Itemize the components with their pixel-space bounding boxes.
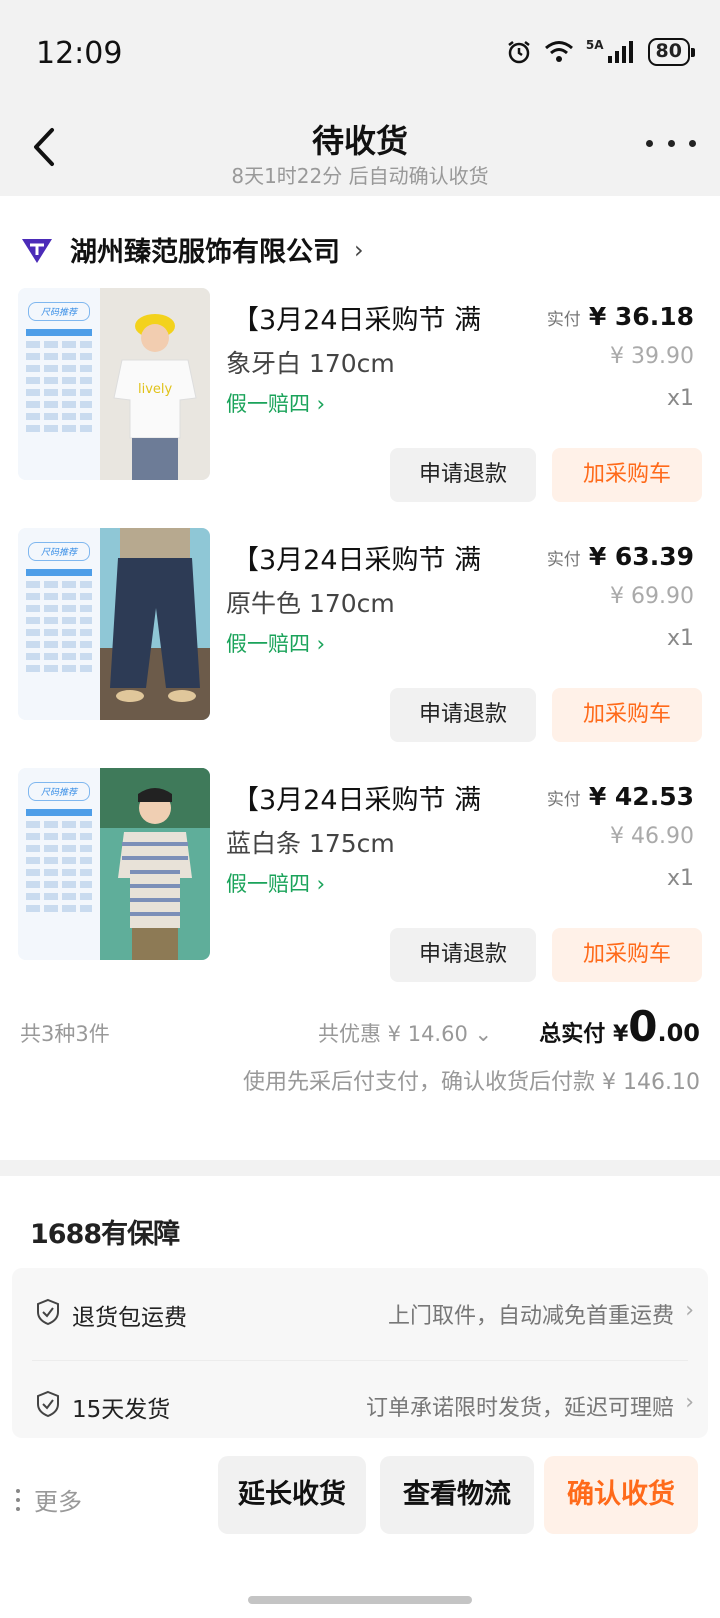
size-chart-title: 尺码推荐 xyxy=(28,302,90,321)
paid-price: 实付 ¥ 36.18 xyxy=(546,302,694,331)
chevron-right-icon: › xyxy=(685,1298,694,1323)
size-chart-title: 尺码推荐 xyxy=(28,782,90,801)
more-options-icon[interactable] xyxy=(646,128,696,158)
more-actions-button[interactable]: 更多 xyxy=(16,1482,82,1517)
original-price: ¥ 39.90 xyxy=(610,344,694,369)
refund-button[interactable]: 申请退款 xyxy=(390,928,536,982)
page-title: 待收货 xyxy=(311,122,408,160)
guarantee-link[interactable]: 假一赔四 › xyxy=(226,868,325,898)
product-photo-tshirt: lively xyxy=(100,288,210,480)
guarantee-card: 1688有保障 退货包运费 上门取件，自动减免首重运费 › 15天发货 订单承诺… xyxy=(0,1176,720,1438)
discount-toggle[interactable]: 共优惠 ¥ 14.60 ⌄ xyxy=(318,1018,492,1048)
original-price: ¥ 46.90 xyxy=(610,824,694,849)
refund-button[interactable]: 申请退款 xyxy=(390,448,536,502)
pay-later-note: 使用先采后付支付，确认收货后付款 ¥ 146.10 xyxy=(243,1070,700,1095)
item-count: 共3种3件 xyxy=(20,1022,110,1046)
quantity: x1 xyxy=(666,626,694,651)
product-thumbnail[interactable]: 尺码推荐 lively xyxy=(18,288,210,480)
guarantee-logo: 1688有保障 xyxy=(30,1219,180,1250)
guarantee-desc: 上门取件，自动减免首重运费 xyxy=(387,1304,674,1329)
vertical-dots-icon xyxy=(16,1488,20,1511)
total-paid: 总实付 ¥0.00 xyxy=(539,1002,700,1051)
paid-price: 实付 ¥ 63.39 xyxy=(546,542,694,571)
guarantee-name: 退货包运费 xyxy=(72,1305,187,1331)
signal-icon xyxy=(607,41,633,63)
add-to-cart-button[interactable]: 加采购车 xyxy=(552,448,702,502)
wifi-icon xyxy=(544,41,573,62)
status-icons: 5A 80 xyxy=(506,38,696,66)
alarm-icon xyxy=(508,41,530,64)
shop-link[interactable]: 湖州臻范服饰有限公司 › xyxy=(20,230,364,269)
more-label: 更多 xyxy=(34,1488,82,1516)
product-thumbnail[interactable]: 尺码推荐 xyxy=(18,768,210,960)
size-chart-title: 尺码推荐 xyxy=(28,542,90,561)
svg-text:lively: lively xyxy=(138,382,173,397)
product-photo-jeans xyxy=(100,528,210,720)
guarantee-row-free-return[interactable]: 退货包运费 上门取件，自动减免首重运费 › xyxy=(12,1268,708,1360)
confirm-receipt-button[interactable]: 确认收货 xyxy=(544,1456,698,1534)
product-spec: 蓝白条 175cm xyxy=(226,829,395,858)
nav-header: 待收货 8天1时22分 后自动确认收货 xyxy=(0,100,720,196)
quantity: x1 xyxy=(666,386,694,411)
quantity: x1 xyxy=(666,866,694,891)
size-chart-image: 尺码推荐 xyxy=(18,768,100,960)
guarantee-link[interactable]: 假一赔四 › xyxy=(226,388,325,418)
order-item: 尺码推荐 【3月24日采购节 满 原牛色 170cm 假一赔四 › 实付 ¥ 63… xyxy=(0,528,720,768)
chevron-right-icon: › xyxy=(354,235,364,264)
status-time: 12:09 xyxy=(36,36,123,71)
product-title[interactable]: 【3月24日采购节 满 xyxy=(232,538,481,577)
add-to-cart-button[interactable]: 加采购车 xyxy=(552,688,702,742)
guarantee-list: 退货包运费 上门取件，自动减免首重运费 › 15天发货 订单承诺限时发货，延迟可… xyxy=(12,1268,708,1438)
product-title[interactable]: 【3月24日采购节 满 xyxy=(232,778,481,817)
guarantee-name: 15天发货 xyxy=(72,1397,171,1423)
order-item: 尺码推荐 【3月24日采购节 满 蓝白条 175cm 假一赔四 › 实付 ¥ 42… xyxy=(0,768,720,1008)
status-bar: 12:09 5A 80 xyxy=(0,0,720,100)
paid-price: 实付 ¥ 42.53 xyxy=(546,782,694,811)
home-indicator[interactable] xyxy=(248,1596,472,1604)
guarantee-link[interactable]: 假一赔四 › xyxy=(226,628,325,658)
auto-confirm-countdown: 8天1时22分 后自动确认收货 xyxy=(231,164,489,188)
shield-check-icon xyxy=(37,1390,59,1418)
add-to-cart-button[interactable]: 加采购车 xyxy=(552,928,702,982)
product-spec: 原牛色 170cm xyxy=(226,589,395,618)
original-price: ¥ 69.90 xyxy=(610,584,694,609)
view-logistics-button[interactable]: 查看物流 xyxy=(380,1456,534,1534)
product-photo-striped-tee xyxy=(100,768,210,960)
product-thumbnail[interactable]: 尺码推荐 xyxy=(18,528,210,720)
battery-indicator: 80 xyxy=(647,38,696,66)
size-chart-image: 尺码推荐 xyxy=(18,528,100,720)
product-title[interactable]: 【3月24日采购节 满 xyxy=(232,298,481,337)
size-chart-image: 尺码推荐 xyxy=(18,288,100,480)
guarantee-desc: 订单承诺限时发货，延迟可理赔 xyxy=(365,1396,674,1421)
guarantee-row-shipping[interactable]: 15天发货 订单承诺限时发货，延迟可理赔 › xyxy=(12,1360,708,1438)
extend-receipt-button[interactable]: 延长收货 xyxy=(218,1456,366,1534)
order-card: 湖州臻范服饰有限公司 › 尺码推荐 lively 【3月24日采购节 满 象牙白… xyxy=(0,196,720,1160)
bottom-action-bar: 更多 延长收货 查看物流 确认收货 xyxy=(0,1438,720,1618)
product-spec: 象牙白 170cm xyxy=(226,349,395,378)
shop-name: 湖州臻范服饰有限公司 xyxy=(70,237,340,268)
order-item: 尺码推荐 lively 【3月24日采购节 满 象牙白 170cm 假一赔四 ›… xyxy=(0,288,720,528)
refund-button[interactable]: 申请退款 xyxy=(390,688,536,742)
shield-check-icon xyxy=(37,1298,59,1326)
shop-badge-icon xyxy=(22,238,52,263)
network-type: 5A xyxy=(585,38,604,52)
chevron-right-icon: › xyxy=(685,1390,694,1415)
